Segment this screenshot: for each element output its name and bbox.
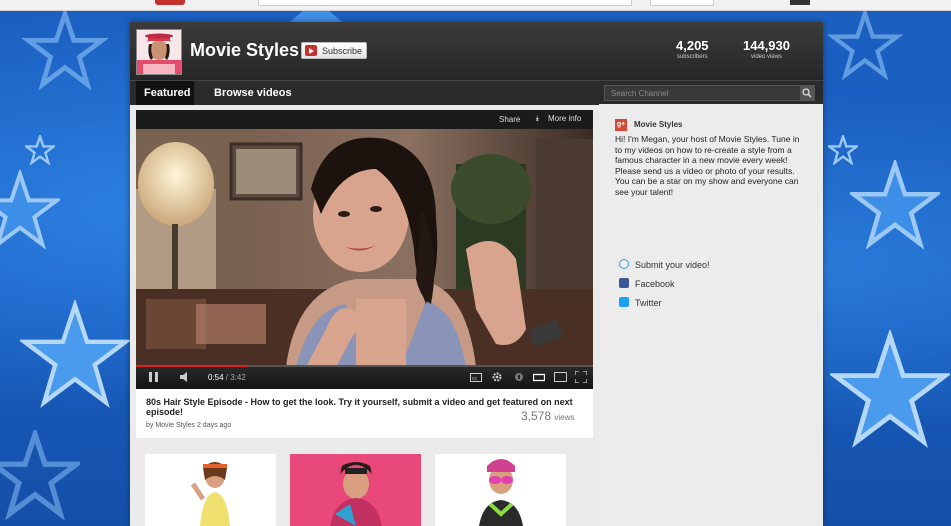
more-info-button[interactable]: More info	[548, 114, 581, 123]
volume-icon[interactable]	[180, 372, 190, 385]
youtube-logo-icon[interactable]	[155, 0, 185, 5]
subscriber-count: 4,205 subscribers	[676, 38, 709, 60]
views-word: views	[554, 413, 575, 422]
progress-fill	[136, 365, 248, 367]
tab-browse-videos[interactable]: Browse videos	[206, 81, 300, 105]
twitter-icon	[619, 297, 629, 307]
star-decoration-icon	[21, 10, 109, 90]
video-thumbnail[interactable]	[435, 454, 566, 526]
stat-caption: video views	[750, 54, 782, 60]
submit-video-link[interactable]: Submit your video!	[619, 259, 710, 270]
video-thumbnail[interactable]	[290, 454, 421, 526]
channel-search-input[interactable]: Search Channel	[604, 85, 815, 101]
link-label: Submit your video!	[635, 260, 710, 270]
site-search-input[interactable]	[258, 0, 632, 6]
video-views-count: 144,930 video views	[743, 38, 790, 60]
pause-icon[interactable]	[149, 371, 159, 386]
star-decoration-icon	[850, 160, 940, 250]
star-decoration-icon	[20, 300, 130, 409]
player-controls: 0:54 / 3:42 cc	[136, 365, 593, 389]
search-placeholder: Search Channel	[611, 89, 669, 98]
svg-text:cc: cc	[472, 376, 478, 382]
more-info-icon: ⯯	[535, 114, 540, 123]
star-decoration-icon	[0, 430, 80, 520]
sidebar-channel-name[interactable]: Movie Styles	[634, 120, 682, 129]
channel-page: Movie Styles Subscribe 4,205 subscribers…	[130, 22, 823, 526]
upload-button[interactable]	[650, 0, 714, 6]
channel-avatar[interactable]	[136, 29, 182, 75]
stat-value: 4,205	[676, 38, 709, 53]
captions-icon[interactable]: cc	[470, 373, 482, 385]
subscribe-button[interactable]: Subscribe	[301, 42, 367, 59]
star-decoration-icon	[828, 135, 858, 165]
tab-featured[interactable]: Featured	[136, 81, 194, 105]
large-player-icon[interactable]	[554, 372, 567, 385]
submit-video-icon	[619, 259, 629, 269]
fullscreen-icon[interactable]	[574, 370, 588, 386]
video-thumbnail[interactable]	[145, 454, 276, 526]
facebook-link[interactable]: Facebook	[619, 278, 675, 289]
channel-title: Movie Styles	[190, 40, 300, 60]
share-button[interactable]: Share	[499, 115, 520, 124]
time-display: 0:54 / 3:42	[208, 373, 246, 382]
facebook-icon	[619, 278, 629, 288]
stat-value: 144,930	[743, 38, 790, 53]
star-decoration-icon	[830, 330, 950, 448]
star-decoration-icon	[25, 135, 55, 165]
search-icon[interactable]	[800, 86, 814, 100]
star-decoration-icon	[0, 170, 60, 250]
link-label: Twitter	[635, 298, 662, 308]
annotations-icon[interactable]	[514, 372, 524, 385]
progress-bar[interactable]	[136, 365, 593, 367]
twitter-link[interactable]: Twitter	[619, 297, 662, 308]
small-player-icon[interactable]	[532, 373, 546, 385]
featured-video-views: 3,578 views	[521, 409, 574, 423]
channel-nav: Featured Browse videos Search Channel	[130, 80, 823, 105]
settings-gear-icon[interactable]	[491, 371, 503, 386]
featured-video-meta: by Movie Styles 2 days ago	[146, 422, 232, 429]
player-top-bar: Share ⯯ More info	[136, 110, 593, 129]
channel-sidebar: g+ Movie Styles Hi! I'm Megan, your host…	[599, 104, 823, 526]
link-label: Facebook	[635, 279, 675, 289]
youtube-top-bar	[0, 0, 951, 11]
views-count: 3,578	[521, 409, 552, 423]
account-avatar[interactable]	[790, 0, 810, 5]
youtube-play-icon	[305, 45, 317, 56]
current-time: 0:54	[208, 373, 224, 382]
channel-header: Movie Styles Subscribe 4,205 subscribers…	[130, 22, 823, 80]
video-player[interactable]: Share ⯯ More info 0:54 / 3:42 cc	[136, 110, 593, 389]
duration: 3:42	[230, 373, 246, 382]
google-plus-icon[interactable]: g+	[615, 119, 627, 131]
star-decoration-icon	[826, 10, 904, 80]
stat-caption: subscribers	[676, 54, 708, 60]
subscribe-label: Subscribe	[322, 46, 363, 56]
video-frame[interactable]	[136, 129, 593, 367]
featured-video-title[interactable]: 80s Hair Style Episode - How to get the …	[146, 397, 586, 417]
featured-video-panel: Share ⯯ More info 0:54 / 3:42 cc 80s Hai…	[136, 110, 593, 438]
channel-description: Hi! I'm Megan, your host of Movie Styles…	[615, 134, 800, 197]
